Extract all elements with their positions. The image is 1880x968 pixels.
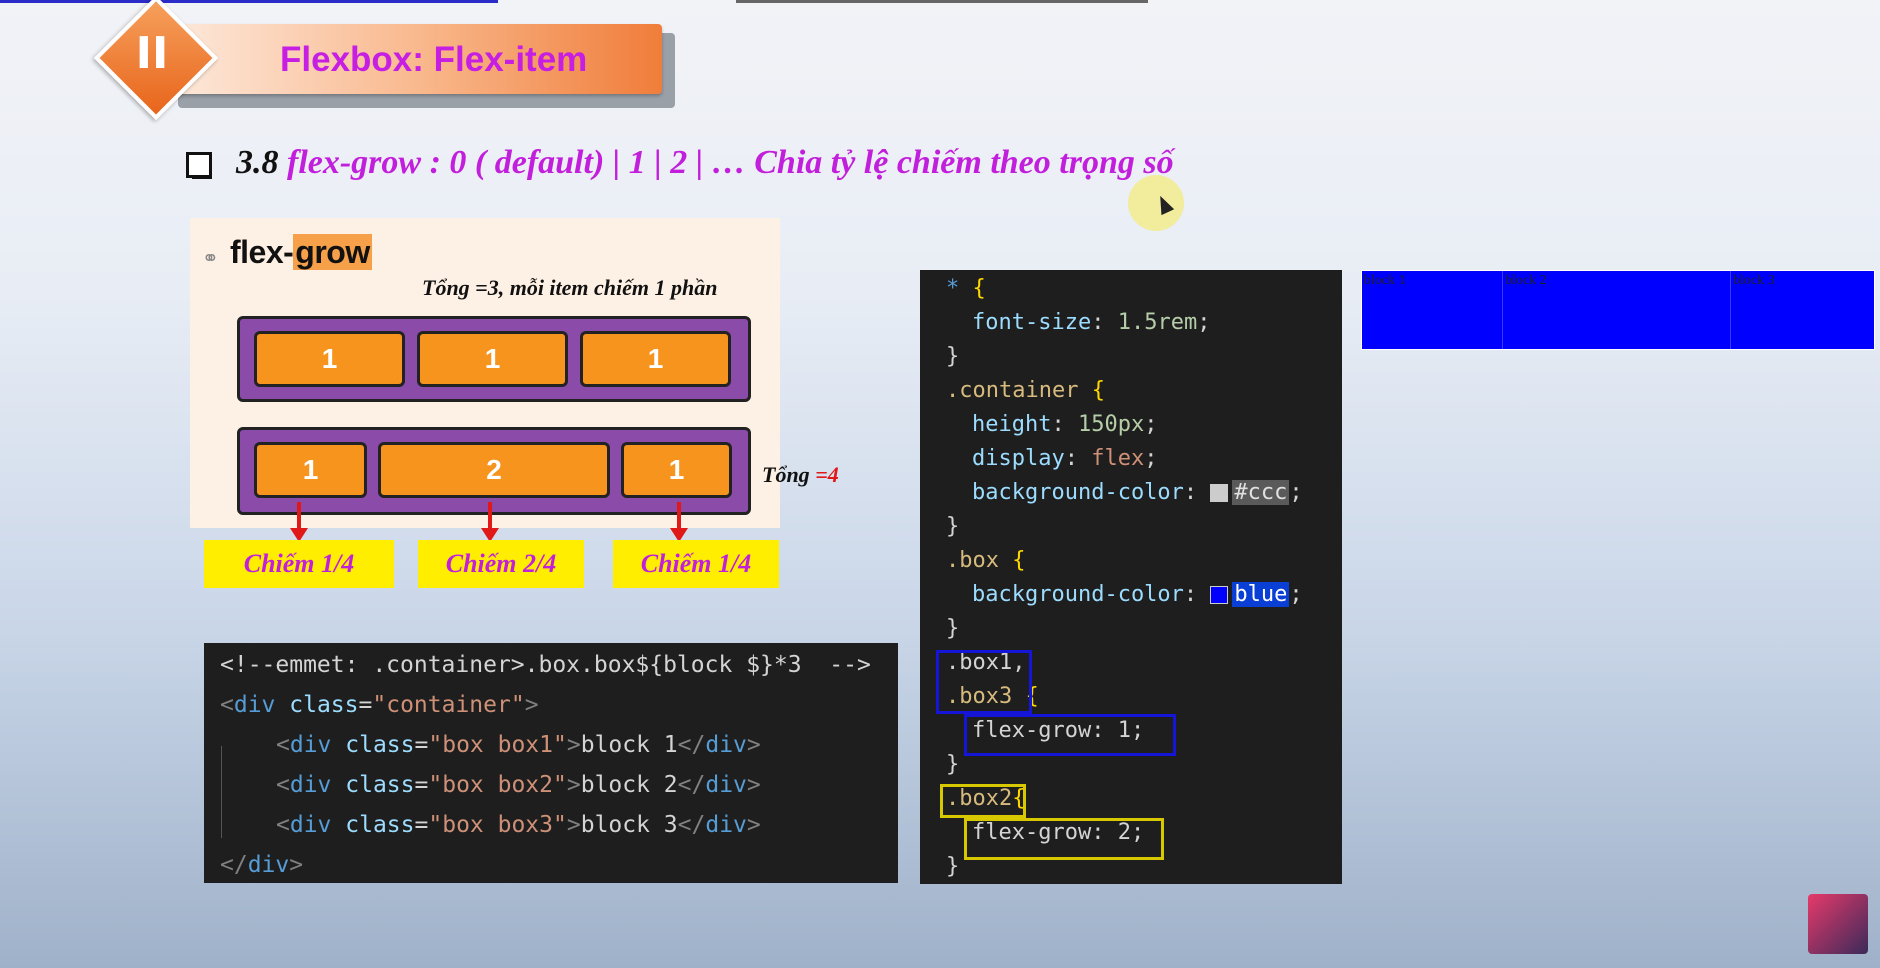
color-swatch-icon (1210, 484, 1229, 502)
html-code-panel: <!--emmet: .container>.box.box${block $}… (204, 643, 898, 883)
code-line-box3: <div class="box box3">block 3</div> (276, 812, 761, 838)
code-line-box1: <div class="box box1">block 1</div> (276, 732, 761, 758)
css-height: height: 150px; (972, 412, 1158, 437)
flex-item: 1 (580, 331, 731, 387)
top-divider-line (736, 0, 1148, 3)
css-font-size: font-size: 1.5rem; (972, 310, 1211, 335)
css-star-rule: * { (946, 276, 986, 301)
flex-item: 1 (621, 442, 732, 498)
share-label: Chiếm 1/4 (613, 540, 779, 588)
channel-avatar[interactable] (1808, 894, 1868, 954)
heading-text: flex-grow : 0 ( default) | 1 | 2 | … Chi… (287, 144, 1174, 181)
flex-item: 2 (378, 442, 610, 498)
total-value: =4 (815, 462, 839, 487)
down-arrow-icon (481, 502, 499, 542)
flex-row-equal: 1 1 1 (237, 316, 751, 402)
slide-title: Flexbox: Flex-item (280, 40, 588, 79)
flex-row-weighted: 1 2 1 (237, 427, 751, 515)
indent-guide (221, 746, 222, 838)
highlight-box-grow1 (964, 714, 1176, 756)
total-3-note: Tổng =3, mỗi item chiếm 1 phần (422, 275, 718, 300)
css-brace: } (946, 854, 960, 879)
total-4-label: Tổng =4 (762, 462, 839, 488)
share-label: Chiếm 1/4 (204, 540, 394, 588)
code-line-container: <div class="container"> (220, 692, 539, 718)
total-label-text: Tổng (762, 462, 816, 487)
css-brace: } (946, 752, 960, 777)
section-heading: 3.8 flex-grow : 0 ( default) | 1 | 2 | …… (236, 144, 1174, 182)
down-arrow-icon (670, 502, 688, 542)
highlight-box-box2 (940, 784, 1026, 818)
code-line-box2: <div class="box box2">block 2</div> (276, 772, 761, 798)
link-icon: ⚭ (202, 248, 219, 270)
down-arrow-icon (290, 502, 308, 542)
css-brace: } (946, 514, 960, 539)
flex-item: 1 (254, 442, 367, 498)
css-container-rule: .container { (946, 378, 1105, 403)
css-brace: } (946, 344, 960, 369)
preview-block: block 1 (1364, 273, 1406, 288)
illustration-title-highlight: grow (293, 234, 372, 270)
flex-item: 1 (417, 331, 568, 387)
highlight-box-grow2 (964, 818, 1164, 860)
section-numeral: II (135, 28, 169, 79)
illustration-title: flex-grow (230, 234, 372, 271)
emmet-comment: <!--emmet: .container>.box.box${block $}… (220, 652, 871, 678)
css-box-rule: .box { (946, 548, 1026, 573)
css-display: display: flex; (972, 446, 1158, 471)
highlight-box-selectors (936, 650, 1032, 714)
top-progress-line (0, 0, 498, 3)
preview-block: block 3 (1730, 271, 1874, 349)
css-bg-blue: background-color: blue; (972, 582, 1303, 607)
css-bg-ccc: background-color: #ccc; (972, 480, 1303, 505)
color-swatch-icon (1210, 586, 1229, 604)
result-preview: block 1 block 2 block 3 (1361, 270, 1875, 350)
code-line-close: </div> (220, 852, 304, 878)
share-label: Chiếm 2/4 (418, 540, 584, 588)
illustration-title-prefix: flex- (230, 234, 294, 270)
css-brace: } (946, 616, 960, 641)
heading-number: 3.8 (236, 144, 279, 181)
css-code-panel: * { font-size: 1.5rem; } .container { he… (920, 270, 1342, 884)
checkbox-bullet-icon (186, 152, 212, 179)
title-banner: Flexbox: Flex-item (170, 24, 662, 94)
preview-block: block 2 (1502, 271, 1730, 349)
flex-item: 1 (254, 331, 405, 387)
